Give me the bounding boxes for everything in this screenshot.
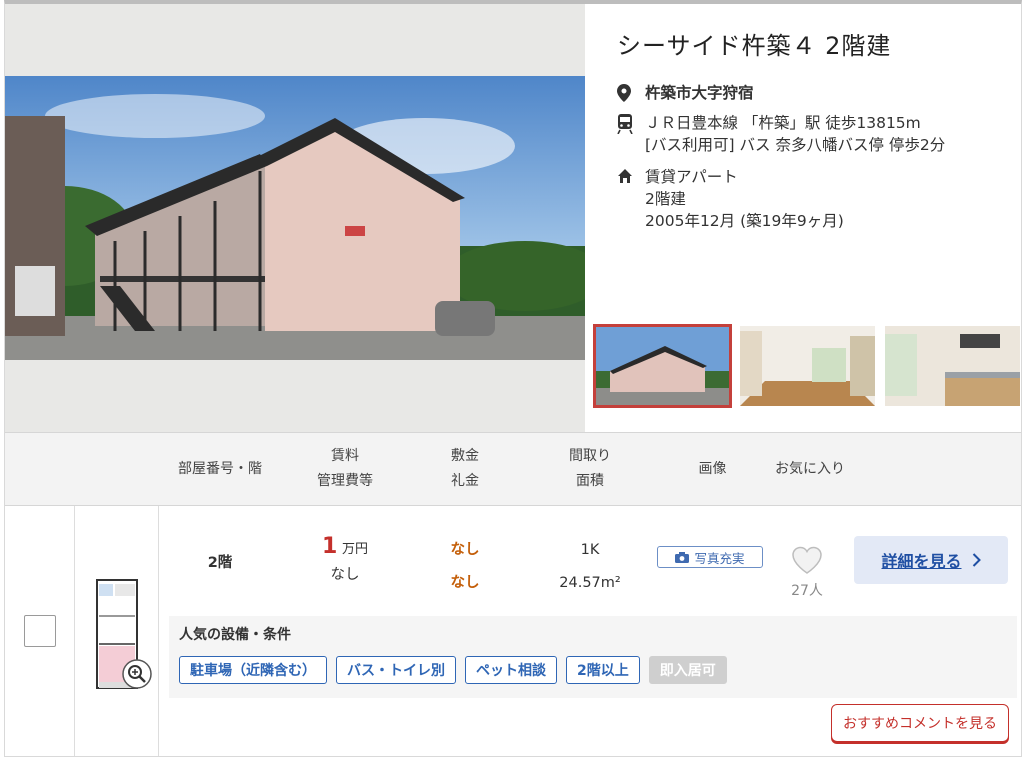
home-icon: [617, 166, 645, 232]
rent-unit: 万円: [341, 542, 368, 557]
address-row: 杵築市大字狩宿: [617, 82, 754, 106]
area-value: 24.57m²: [559, 575, 621, 591]
view-details-button[interactable]: 詳細を見る: [854, 536, 1008, 584]
favorite-toggle[interactable]: 27人: [785, 546, 829, 600]
floor-value: 2階: [207, 555, 233, 571]
access-row: ＪＲ日豊本線 「杵築」駅 徒歩13815m [バス利用可] バス 奈多八幡バス停…: [617, 112, 945, 156]
key-money-value: なし: [450, 575, 480, 591]
header-layout: 間取り 面積: [569, 448, 611, 489]
select-checkbox[interactable]: [24, 615, 56, 647]
building-floors: 2階建: [645, 190, 686, 208]
select-column: [5, 506, 75, 756]
layout-value: 1K: [580, 542, 600, 558]
building-type: 賃貸アパート: [645, 168, 738, 186]
view-comments-button[interactable]: おすすめコメントを見る: [831, 704, 1009, 742]
deposit-value: なし: [450, 542, 480, 558]
camera-icon: [675, 551, 690, 563]
floorplan-column: [75, 506, 159, 756]
property-title: シーサイド杵築４ 2階建: [617, 32, 892, 60]
main-photo[interactable]: [5, 4, 585, 432]
table-header: 部屋番号・階 賃料 管理費等 敷金 礼金 間取り 面積 画像 お気に入り: [5, 432, 1021, 506]
thumbnail-strip: [593, 324, 1021, 408]
rent-cell: 1 万円 なし: [285, 534, 405, 584]
feature-tags: 駐車場（近隣含む） バス・トイレ別 ペット相談 2階以上 即入居可: [179, 656, 727, 684]
building-built: 2005年12月 (築19年9ヶ月): [645, 212, 844, 230]
access-text: ＪＲ日豊本線 「杵築」駅 徒歩13815m [バス利用可] バス 奈多八幡バス停…: [645, 112, 945, 156]
floorplan-image[interactable]: [93, 576, 155, 692]
tag-parking: 駐車場（近隣含む）: [179, 656, 327, 684]
photo-badge: 写真充実: [657, 546, 763, 568]
favorite-count: 27人: [791, 583, 823, 599]
header-deposit: 敷金 礼金: [451, 448, 479, 489]
photo-badge-label: 写真充実: [694, 550, 745, 566]
header-rent: 賃料 管理費等: [317, 448, 373, 489]
deposit-cell: なし なし: [410, 534, 520, 600]
address-text: 杵築市大字狩宿: [645, 84, 754, 102]
chevron-right-icon: [972, 553, 981, 567]
property-info: シーサイド杵築４ 2階建: [617, 26, 1017, 61]
listing-card: シーサイド杵築４ 2階建 杵築市大字狩宿 ＪＲ日豊本線 「杵築」駅 徒歩1381…: [4, 0, 1022, 757]
building-row: 賃貸アパート 2階建 2005年12月 (築19年9ヶ月): [617, 166, 844, 232]
thumbnail-kitchen[interactable]: [885, 326, 1020, 406]
mgmt-fee: なし: [330, 567, 360, 583]
features-title: 人気の設備・条件: [179, 627, 291, 643]
zoom-in-icon[interactable]: [122, 659, 152, 689]
building-photo: [5, 76, 585, 360]
tag-second-floor: 2階以上: [566, 656, 640, 684]
header-room: 部屋番号・階: [178, 460, 262, 477]
view-details-label: 詳細を見る: [881, 552, 962, 571]
thumbnail-exterior[interactable]: [593, 324, 732, 408]
building-text: 賃貸アパート 2階建 2005年12月 (築19年9ヶ月): [645, 166, 844, 232]
thumbnail-room[interactable]: [740, 326, 875, 406]
tag-separate-bath: バス・トイレ別: [336, 656, 456, 684]
header-image: 画像: [698, 460, 727, 477]
access-line-1: ＪＲ日豊本線 「杵築」駅 徒歩13815m: [645, 114, 921, 132]
features-panel: 人気の設備・条件 駐車場（近隣含む） バス・トイレ別 ペット相談 2階以上 即入…: [169, 616, 1017, 698]
listing-row: 2階 1 万円 なし なし なし 1K 24.57m² 写真充実 27人 詳細を…: [5, 506, 1021, 756]
header-favorite: お気に入り: [775, 460, 845, 477]
floor-cell: 2階: [165, 551, 275, 572]
location-pin-icon: [617, 82, 645, 106]
layout-cell: 1K 24.57m²: [530, 534, 650, 600]
tag-pets: ペット相談: [465, 656, 557, 684]
access-line-2: [バス利用可] バス 奈多八幡バス停 停歩2分: [645, 136, 946, 154]
train-icon: [617, 112, 645, 156]
rent-value: 1: [322, 534, 338, 559]
tag-immediate-move-in: 即入居可: [648, 656, 727, 684]
property-summary: シーサイド杵築４ 2階建 杵築市大字狩宿 ＪＲ日豊本線 「杵築」駅 徒歩1381…: [5, 4, 1021, 432]
view-comments-label: おすすめコメントを見る: [843, 716, 997, 732]
heart-icon[interactable]: [791, 546, 823, 574]
